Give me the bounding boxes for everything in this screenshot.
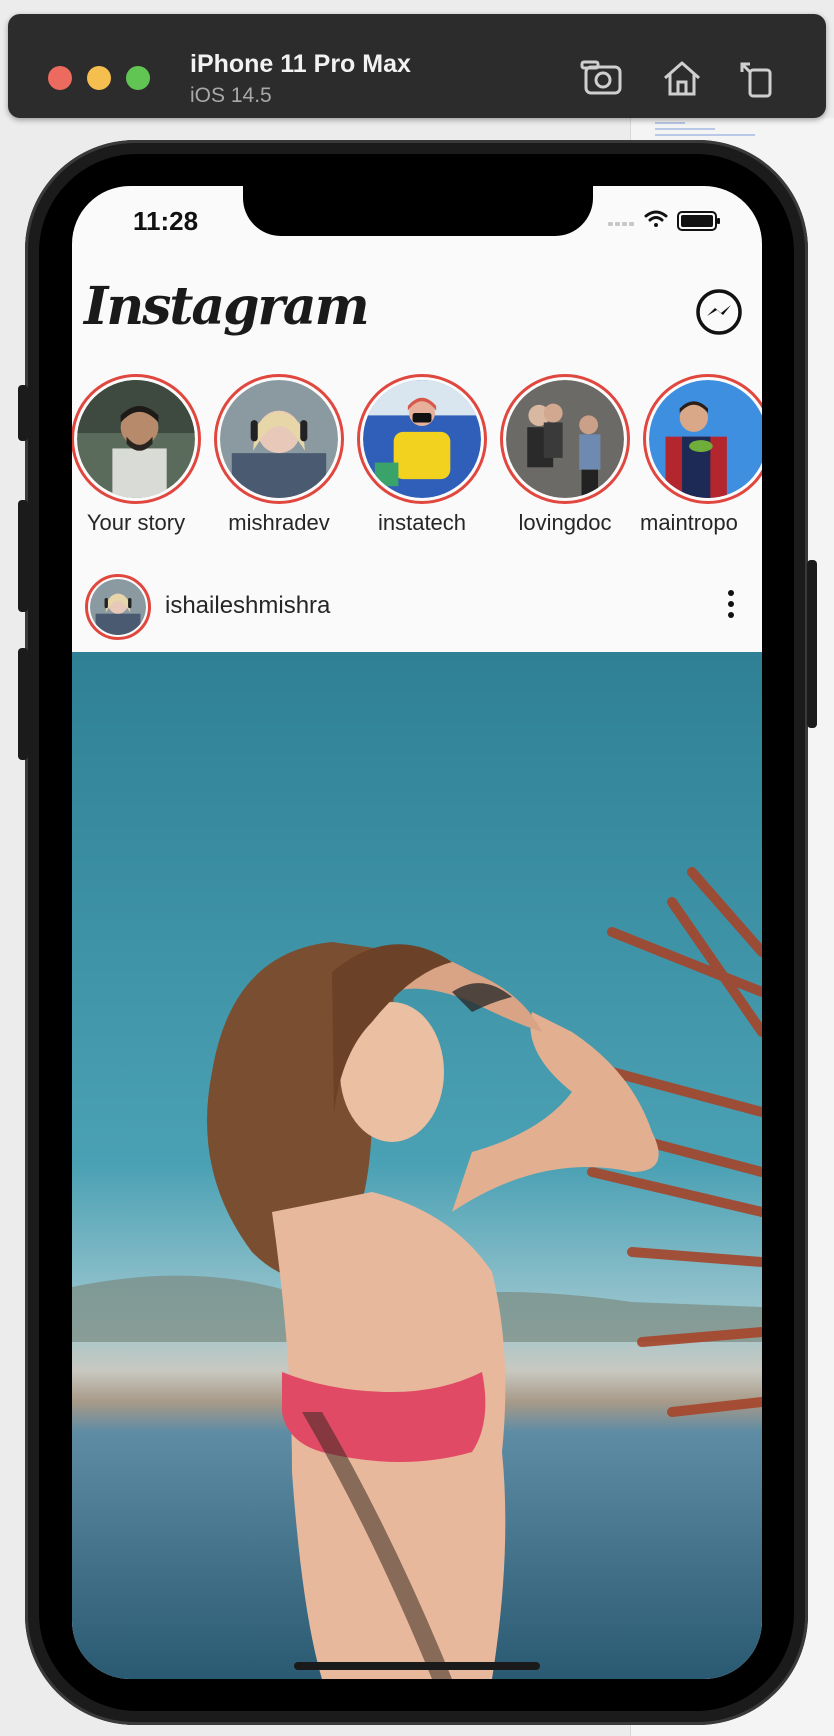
avatar [506, 380, 624, 498]
mute-switch [18, 385, 28, 441]
cellular-signal-icon [608, 222, 634, 226]
status-icons [608, 210, 720, 231]
zoom-window-button[interactable] [126, 66, 150, 90]
screenshot-camera-icon[interactable] [580, 58, 624, 98]
stories-row[interactable]: Your story mishradev instatech lovingdoc… [72, 374, 762, 544]
os-version: iOS 14.5 [190, 84, 272, 107]
story-ring [214, 374, 344, 504]
instagram-logo: Instagram [84, 276, 370, 337]
avatar [90, 579, 146, 635]
post-image[interactable] [72, 652, 762, 1679]
avatar [77, 380, 195, 498]
post-header: ishaileshmishra [72, 564, 762, 644]
story-item[interactable]: mishradev [209, 374, 349, 536]
story-ring [72, 374, 201, 504]
story-item[interactable]: Your story [72, 374, 206, 536]
battery-icon [677, 211, 720, 231]
avatar [649, 380, 762, 498]
story-ring [357, 374, 487, 504]
avatar [363, 380, 481, 498]
simulator-toolbar: iPhone 11 Pro Max iOS 14.5 [8, 14, 826, 118]
phone-screen: 11:28 Instagram Your story mishradev ins… [72, 186, 762, 1679]
more-options-icon[interactable] [724, 590, 738, 622]
close-window-button[interactable] [48, 66, 72, 90]
minimize-window-button[interactable] [87, 66, 111, 90]
post-username[interactable]: ishaileshmishra [165, 592, 330, 620]
wifi-icon [644, 210, 668, 227]
volume-up-button [18, 500, 28, 612]
avatar [220, 380, 338, 498]
story-name: lovingdoc [518, 510, 612, 535]
story-ring [643, 374, 762, 504]
story-name: maintropo [640, 510, 738, 535]
status-time: 11:28 [133, 206, 199, 236]
story-name: Your story [86, 510, 186, 535]
device-name: iPhone 11 Pro Max [190, 50, 411, 78]
story-item[interactable]: instatech [352, 374, 492, 536]
power-button [807, 560, 817, 728]
post-avatar-ring[interactable] [85, 574, 151, 640]
volume-down-button [18, 648, 28, 760]
home-indicator[interactable] [294, 1662, 540, 1670]
messenger-icon[interactable] [695, 288, 743, 336]
notch [243, 186, 593, 236]
story-ring [500, 374, 630, 504]
story-name: instatech [377, 510, 467, 535]
story-item[interactable]: lovingdoc [495, 374, 635, 536]
rotate-icon[interactable] [736, 58, 780, 98]
home-icon[interactable] [660, 58, 704, 98]
story-name: mishradev [228, 510, 330, 535]
story-item[interactable]: maintropo [638, 374, 762, 536]
